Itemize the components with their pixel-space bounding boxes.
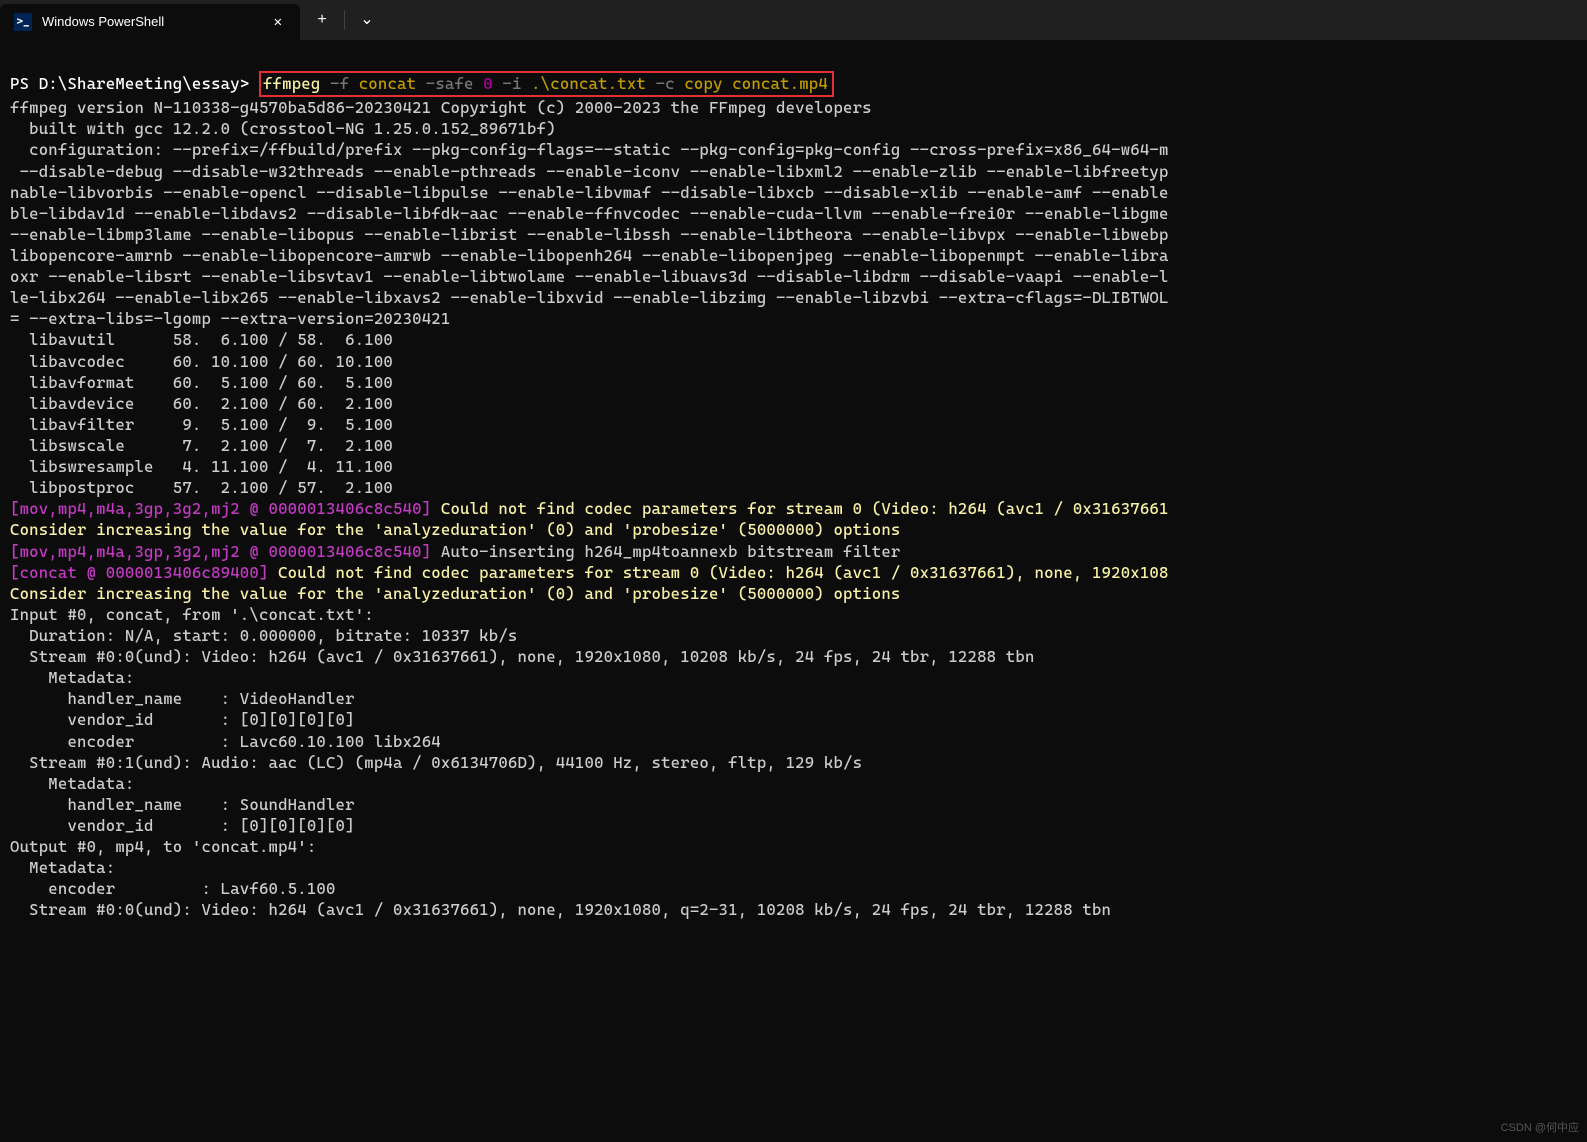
prompt-gt: > — [240, 74, 259, 93]
banner-line: le-libx264 --enable-libx265 --enable-lib… — [10, 288, 1169, 307]
input-line: Metadata: — [10, 668, 134, 687]
prompt-path: D:\ShareMeeting\essay — [39, 74, 240, 93]
cmd-flag-c: -c — [646, 74, 675, 93]
lib-line: libavutil 58. 6.100 / 58. 6.100 — [10, 330, 393, 349]
lib-line: libpostproc 57. 2.100 / 57. 2.100 — [10, 478, 393, 497]
tab-dropdown-button[interactable]: ⌄ — [345, 0, 389, 40]
lib-line: libavformat 60. 5.100 / 60. 5.100 — [10, 373, 393, 392]
lib-line: libswscale 7. 2.100 / 7. 2.100 — [10, 436, 393, 455]
output-line: encoder : Lavf60.5.100 — [10, 879, 336, 898]
banner-line: --enable-libmp3lame --enable-libopus --e… — [10, 225, 1169, 244]
input-line: Input #0, concat, from '.\concat.txt': — [10, 605, 374, 624]
watermark: CSDN @何中应 — [1501, 1121, 1579, 1136]
cmd-flag-safe: -safe — [416, 74, 473, 93]
input-line: encoder : Lavc60.10.100 libx264 — [10, 732, 441, 751]
warning-tag: [mov,mp4,m4a,3gp,3g2,mj2 @ 0000013406c8c… — [10, 499, 441, 518]
warning-msg: Could not find codec parameters for stre… — [278, 563, 1168, 582]
input-line: vendor_id : [0][0][0][0] — [10, 710, 355, 729]
output-line: Stream #0:0(und): Video: h264 (avc1 / 0x… — [10, 900, 1111, 919]
banner-line: libopencore-amrnb --enable-libopencore-a… — [10, 246, 1169, 265]
banner-line: ble-libdav1d --enable-libdavs2 --disable… — [10, 204, 1169, 223]
warning-msg: Could not find codec parameters for stre… — [441, 499, 1169, 518]
active-tab[interactable]: >_ Windows PowerShell ✕ — [0, 4, 300, 40]
cmd-arg-input: .\concat.txt — [522, 74, 646, 93]
lib-line: libavcodec 60. 10.100 / 60. 10.100 — [10, 352, 393, 371]
banner-line: --disable-debug --disable-w32threads --e… — [10, 162, 1169, 181]
info-tag: [mov,mp4,m4a,3gp,3g2,mj2 @ 0000013406c8c… — [10, 542, 441, 561]
warning-tag: [concat @ 0000013406c89400] — [10, 563, 278, 582]
warning-cont: Consider increasing the value for the 'a… — [10, 584, 900, 603]
cmd-flag-i: -i — [493, 74, 522, 93]
banner-line: ffmpeg version N-110338-g4570ba5d86-2023… — [10, 98, 872, 117]
command-highlight: ffmpeg -f concat -safe 0 -i .\concat.txt… — [259, 71, 834, 97]
lib-line: libavdevice 60. 2.100 / 60. 2.100 — [10, 394, 393, 413]
input-line: Metadata: — [10, 774, 134, 793]
lib-line: libavfilter 9. 5.100 / 9. 5.100 — [10, 415, 393, 434]
lib-line: libswresample 4. 11.100 / 4. 11.100 — [10, 457, 393, 476]
input-line: vendor_id : [0][0][0][0] — [10, 816, 355, 835]
cmd-arg-zero: 0 — [474, 74, 493, 93]
new-tab-button[interactable]: + — [300, 0, 344, 40]
input-line: Stream #0:1(und): Audio: aac (LC) (mp4a … — [10, 753, 862, 772]
info-msg: Auto-inserting h264_mp4toannexb bitstrea… — [441, 542, 901, 561]
tab-title: Windows PowerShell — [42, 13, 258, 30]
input-line: handler_name : SoundHandler — [10, 795, 355, 814]
cmd-arg-copy: copy — [675, 74, 723, 93]
banner-line: oxr --enable-libsrt --enable-libsvtav1 -… — [10, 267, 1169, 286]
terminal-output[interactable]: PS D:\ShareMeeting\essay> ffmpeg -f conc… — [0, 40, 1587, 930]
banner-line: built with gcc 12.2.0 (crosstool-NG 1.25… — [10, 119, 556, 138]
cmd-arg-concat: concat — [349, 74, 416, 93]
cmd-flag-f: -f — [320, 74, 349, 93]
warning-cont: Consider increasing the value for the 'a… — [10, 520, 900, 539]
prompt-ps: PS — [10, 74, 39, 93]
banner-line: = --extra-libs=-lgomp --extra-version=20… — [10, 309, 450, 328]
input-line: Stream #0:0(und): Video: h264 (avc1 / 0x… — [10, 647, 1035, 666]
banner-line: nable-libvorbis --enable-opencl --disabl… — [10, 183, 1169, 202]
banner-line: configuration: --prefix=/ffbuild/prefix … — [10, 140, 1169, 159]
close-tab-button[interactable]: ✕ — [268, 11, 288, 33]
powershell-icon: >_ — [14, 13, 32, 31]
output-line: Output #0, mp4, to 'concat.mp4': — [10, 837, 316, 856]
output-line: Metadata: — [10, 858, 115, 877]
titlebar: >_ Windows PowerShell ✕ + ⌄ — [0, 0, 1587, 40]
cmd-exe: ffmpeg — [263, 74, 320, 93]
input-line: Duration: N/A, start: 0.000000, bitrate:… — [10, 626, 517, 645]
input-line: handler_name : VideoHandler — [10, 689, 355, 708]
cmd-arg-out: concat.mp4 — [723, 74, 828, 93]
